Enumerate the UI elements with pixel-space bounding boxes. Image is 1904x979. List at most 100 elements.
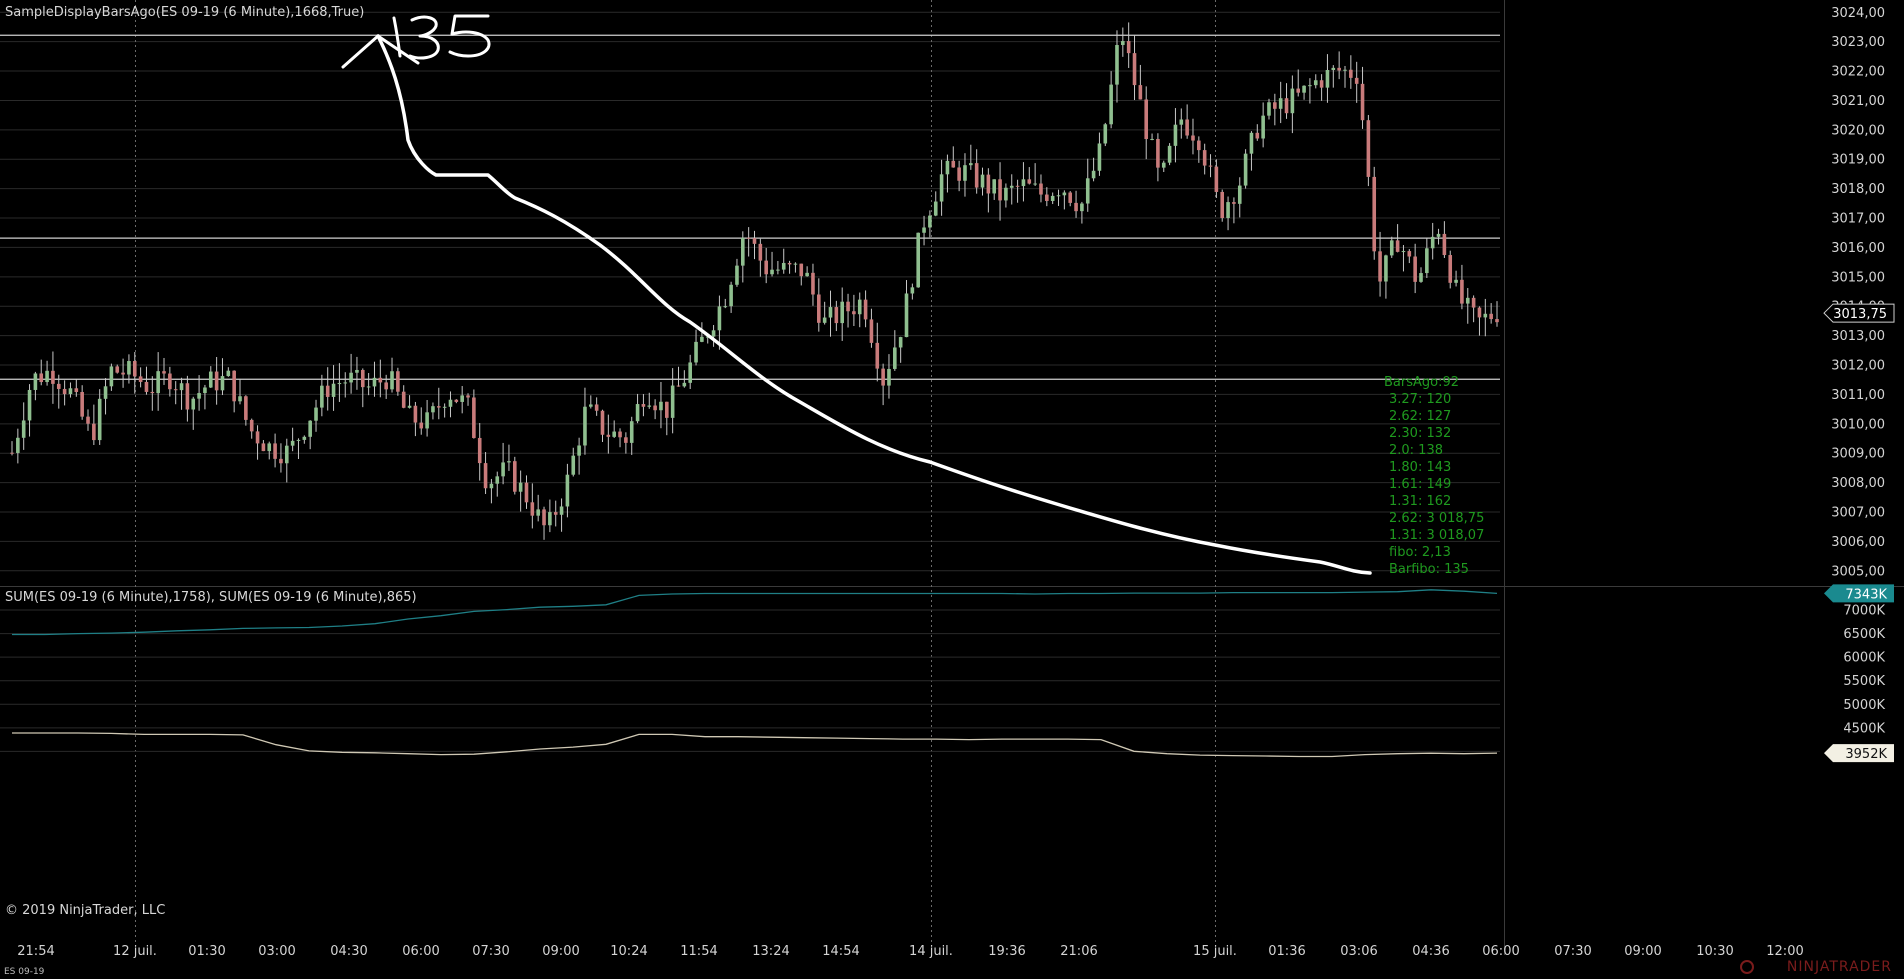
candle-body-up xyxy=(1033,183,1037,185)
sum-last-label-0: 7343K xyxy=(1845,587,1887,602)
candle-body-up xyxy=(822,317,827,323)
time-tick-label: 09:00 xyxy=(1624,944,1661,959)
candle-body-down xyxy=(1354,77,1359,84)
candle-body-down xyxy=(121,372,125,375)
price-axis: 3024,00 3023,00 3022,00 3021,00 3020,00 3019,… xyxy=(1823,6,1895,579)
candle-body-down xyxy=(1197,140,1201,151)
candle-body-up xyxy=(548,512,552,526)
sum-tick-label: 5500K xyxy=(1843,674,1885,689)
sum-tick-label: 4500K xyxy=(1843,721,1885,736)
candle-body-down xyxy=(325,385,330,397)
candle-body-up xyxy=(963,165,967,181)
candle-body-up xyxy=(980,174,985,188)
instrument-label: ES 09-19 xyxy=(4,967,45,977)
candle-body-up xyxy=(694,341,698,363)
time-tick-label: 01:36 xyxy=(1268,944,1305,959)
time-tick-label: 03:00 xyxy=(258,944,295,959)
candle-body-down xyxy=(986,174,991,194)
candle-body-up xyxy=(1167,145,1172,163)
candle-body-up xyxy=(735,265,739,285)
candle-body-down xyxy=(957,167,961,181)
candle-body-down xyxy=(881,368,885,386)
candle-body-up xyxy=(670,385,675,418)
candle-body-down xyxy=(1255,132,1260,139)
fib-readout-line: 2.62: 127 xyxy=(1389,409,1451,424)
candle-body-up xyxy=(448,399,453,407)
candle-body-up xyxy=(1056,195,1061,197)
candle-body-down xyxy=(1360,83,1365,121)
candle-body-down xyxy=(214,371,219,391)
candle-body-down xyxy=(466,395,470,398)
time-tick-label: 19:36 xyxy=(988,944,1025,959)
candle-body-down xyxy=(10,452,14,454)
candle-body-up xyxy=(68,388,73,395)
candle-body-up xyxy=(741,237,745,266)
candle-body-down xyxy=(1378,251,1382,282)
candle-body-up xyxy=(1483,313,1488,318)
chart-canvas[interactable]: 3024,00 3023,00 3022,00 3021,00 3020,00 3019,… xyxy=(0,0,1904,979)
candle-body-up xyxy=(682,382,687,387)
fib-readout-line: Barfibo: 135 xyxy=(1389,562,1469,577)
sum-tick-label: 7000K xyxy=(1843,604,1885,619)
candle-body-down xyxy=(419,422,424,429)
fib-readout-line: 2.0: 138 xyxy=(1389,443,1443,458)
candle-body-down xyxy=(1191,135,1195,141)
candle-body-up xyxy=(1308,85,1312,87)
candle-body-up xyxy=(1384,255,1388,282)
candle-body-down xyxy=(606,434,611,437)
candle-body-up xyxy=(431,406,435,413)
time-tick-label: 13:24 xyxy=(752,944,789,959)
price-tick-label: 3023,00 xyxy=(1831,35,1885,50)
candle-body-down xyxy=(360,369,365,388)
annotation-digit-5 xyxy=(448,14,491,58)
candle-body-up xyxy=(21,420,26,438)
candle-body-up xyxy=(460,395,464,402)
candle-body-up xyxy=(1278,98,1283,109)
candle-body-down xyxy=(92,423,96,441)
candle-body-up xyxy=(372,377,377,387)
candle-body-up xyxy=(1425,248,1429,274)
candle-body-down xyxy=(1489,313,1493,320)
candle-body-up xyxy=(1179,119,1184,125)
price-tick-label: 3011,00 xyxy=(1831,388,1885,403)
candle-body-up xyxy=(1465,297,1470,304)
price-tick-label: 3017,00 xyxy=(1831,212,1885,227)
candle-body-down xyxy=(618,431,622,438)
bottom-panel-title: SUM(ES 09-19 (6 Minute),1758), SUM(ES 09… xyxy=(5,590,417,605)
candle-body-down xyxy=(401,391,406,408)
price-tick-label: 3015,00 xyxy=(1831,270,1885,285)
time-tick-label: 14:54 xyxy=(822,944,859,959)
candle-body-up xyxy=(1097,143,1102,171)
candle-body-down xyxy=(524,482,529,503)
candle-body-up xyxy=(928,215,932,228)
candle-body-down xyxy=(817,294,821,323)
candle-body-up xyxy=(1009,185,1014,188)
candle-body-up xyxy=(97,398,102,441)
candle-body-up xyxy=(1150,138,1154,140)
candle-body-up xyxy=(1085,178,1090,204)
candle-body-up xyxy=(1313,80,1318,86)
candle-body-up xyxy=(857,299,862,315)
candle-body-up xyxy=(577,445,581,456)
candle-body-down xyxy=(1407,251,1412,257)
time-tick-label: 11:54 xyxy=(680,944,717,959)
candle-body-up xyxy=(407,405,412,408)
fib-readout-line: 1.31: 3 018,07 xyxy=(1389,528,1484,543)
candle-body-up xyxy=(238,396,242,402)
candle-body-up xyxy=(711,330,716,337)
candle-body-up xyxy=(887,368,891,386)
candle-body-down xyxy=(273,443,277,459)
candle-body-down xyxy=(51,370,55,384)
fib-readout-line: 1.31: 162 xyxy=(1389,494,1451,509)
price-tick-label: 3022,00 xyxy=(1831,65,1885,80)
candle-body-down xyxy=(764,260,768,275)
candle-body-down xyxy=(115,366,120,373)
price-tick-label: 3007,00 xyxy=(1831,506,1885,521)
time-tick-label: 14 juil. xyxy=(909,944,953,959)
candle-body-up xyxy=(536,509,540,516)
candle-body-up xyxy=(366,386,371,388)
candle-body-up xyxy=(1243,153,1248,186)
candle-body-up xyxy=(1091,170,1096,179)
candle-body-down xyxy=(1349,69,1353,78)
price-tick-label: 3005,00 xyxy=(1831,564,1885,579)
